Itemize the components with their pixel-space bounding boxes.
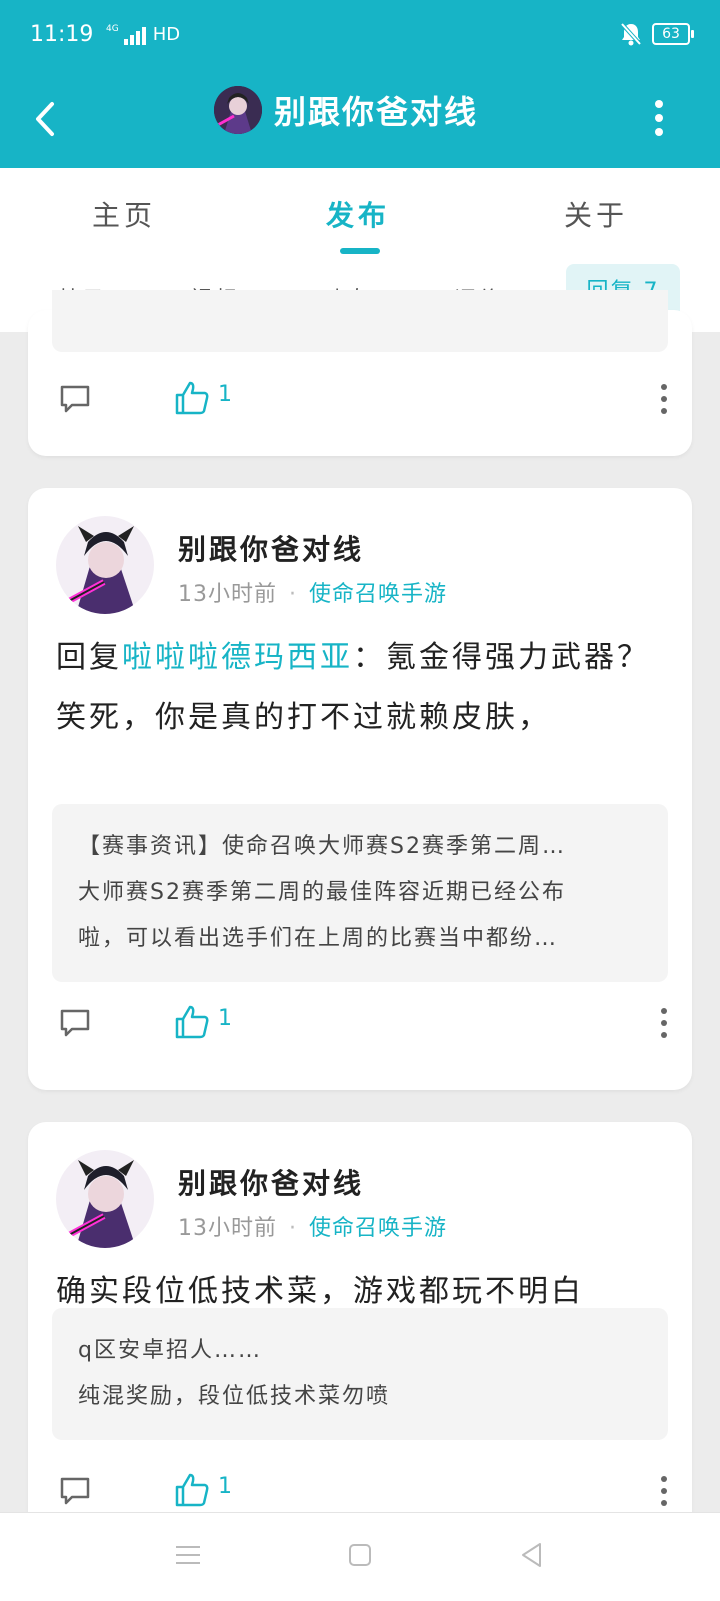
quoted-post[interactable]: [52, 290, 668, 352]
status-bar: 11:19 4G HD 63: [0, 0, 720, 72]
quote-line: q区安卓招人……: [78, 1338, 262, 1363]
back-arrow-icon[interactable]: [30, 94, 70, 144]
quote-line: 啦，可以看出选手们在上周的比赛当中都纷…: [78, 926, 559, 951]
more-options-icon[interactable]: [660, 1006, 668, 1040]
post-time: 13小时前: [178, 582, 277, 607]
avatar[interactable]: [56, 516, 154, 614]
battery-icon: 63: [652, 23, 694, 45]
reply-prefix: 回复: [56, 640, 122, 675]
quoted-post[interactable]: 【赛事资讯】使命召唤大师赛S2赛季第二周… 大师赛S2赛季第二周的最佳阵容近期已…: [52, 804, 668, 982]
post-meta: 13小时前 · 使命召唤手游: [178, 582, 448, 607]
tab-home[interactable]: 主页: [92, 194, 156, 234]
main-tabs: 主页 发布 关于: [0, 168, 720, 255]
system-nav-bar: [0, 1512, 720, 1601]
quoted-post[interactable]: q区安卓招人…… 纯混奖励，段位低技术菜勿喷: [52, 1308, 668, 1440]
post-time: 13小时前: [178, 1216, 277, 1241]
comment-icon[interactable]: [58, 382, 92, 416]
game-tag[interactable]: 使命召唤手游: [309, 582, 447, 607]
page-title: 别跟你爸对线: [274, 93, 479, 131]
thumbs-up-icon[interactable]: [174, 1472, 210, 1508]
back-triangle-icon[interactable]: [516, 1539, 548, 1571]
quote-line: 纯混奖励，段位低技术菜勿喷: [78, 1384, 391, 1409]
tab-about[interactable]: 关于: [564, 194, 628, 234]
like-count: 1: [218, 1474, 232, 1499]
quote-line: 大师赛S2赛季第二周的最佳阵容近期已经公布: [78, 880, 566, 905]
comment-icon[interactable]: [58, 1474, 92, 1508]
title-bar: 别跟你爸对线: [0, 72, 720, 168]
signal-icon: [123, 27, 146, 45]
network-indicator: 4G HD: [106, 24, 180, 45]
app-header: 11:19 4G HD 63 别跟你爸对线: [0, 0, 720, 168]
post-actions: 1: [28, 994, 692, 1054]
header-avatar[interactable]: [214, 86, 262, 134]
author-name[interactable]: 别跟你爸对线: [178, 1162, 364, 1202]
home-icon[interactable]: [344, 1539, 376, 1571]
like-count: 1: [218, 382, 232, 407]
post-card[interactable]: 别跟你爸对线 13小时前 · 使命召唤手游 回复啦啦啦德玛西亚：氪金得强力武器？笑死…: [28, 488, 692, 1090]
like-count: 1: [218, 1006, 232, 1031]
post-card[interactable]: 1: [28, 290, 692, 456]
status-time: 11:19: [30, 22, 94, 47]
more-options-icon[interactable]: [660, 382, 668, 416]
status-right: 63: [620, 22, 694, 46]
mention-link[interactable]: 啦啦啦德玛西亚: [122, 640, 353, 675]
tab-publish[interactable]: 发布: [326, 194, 390, 234]
network-type: HD: [152, 24, 181, 45]
game-tag[interactable]: 使命召唤手游: [309, 1216, 447, 1241]
post-actions: 1: [28, 370, 692, 430]
more-vertical-icon[interactable]: [654, 98, 664, 138]
post-meta: 13小时前 · 使命召唤手游: [178, 1216, 448, 1241]
quote-line: 【赛事资讯】使命召唤大师赛S2赛季第二周…: [78, 834, 566, 859]
menu-icon[interactable]: [172, 1539, 204, 1571]
post-content[interactable]: 回复啦啦啦德玛西亚：氪金得强力武器？笑死，你是真的打不过就赖皮肤，: [56, 628, 660, 748]
network-type-small: 4G: [106, 24, 119, 34]
post-card[interactable]: 别跟你爸对线 13小时前 · 使命召唤手游 确实段位低技术菜，游戏都玩不明白 q区安…: [28, 1122, 692, 1542]
author-name[interactable]: 别跟你爸对线: [178, 528, 364, 568]
mute-bell-icon: [620, 22, 642, 46]
thumbs-up-icon[interactable]: [174, 380, 210, 416]
comment-icon[interactable]: [58, 1006, 92, 1040]
avatar[interactable]: [56, 1150, 154, 1248]
more-options-icon[interactable]: [660, 1474, 668, 1508]
thumbs-up-icon[interactable]: [174, 1004, 210, 1040]
title-group: 别跟你爸对线: [214, 86, 478, 134]
